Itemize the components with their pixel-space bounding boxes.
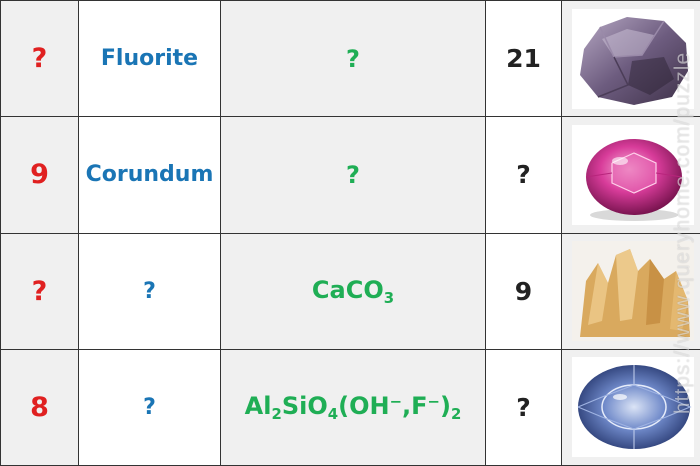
specific-gravity-cell: ? (485, 348, 562, 466)
formula-text: ? (346, 160, 360, 189)
formula-cell: ? (220, 116, 486, 234)
hardness-cell: 9 (0, 116, 79, 234)
mineral-name-cell: Fluorite (78, 0, 221, 118)
formula-cell: Al2SiO4(OH−,F−)2 (220, 348, 486, 466)
hardness-cell: ? (0, 0, 79, 118)
formula-text: CaCO3 (311, 275, 395, 307)
formula-cell: CaCO3 (220, 232, 486, 350)
hardness-cell: ? (0, 232, 79, 350)
formula-text: Al2SiO4(OH−,F−)2 (244, 391, 462, 423)
table-row: ? ? CaCO3 9 (0, 232, 700, 350)
watermark: https://www.queryhome.com/puzzle (668, 0, 698, 466)
mineral-name-cell: ? (78, 232, 221, 350)
formula-text: ? (346, 44, 360, 73)
table-row: ? Fluorite ? 21 (0, 0, 700, 118)
table-row: 8 ? Al2SiO4(OH−,F−)2 ? (0, 348, 700, 466)
puzzle-board: ? Fluorite ? 21 9 Corundum ? ? ? ? CaCO3… (0, 0, 700, 466)
mineral-name-cell: Corundum (78, 116, 221, 234)
formula-cell: ? (220, 0, 486, 118)
hardness-cell: 8 (0, 348, 79, 466)
specific-gravity-cell: 9 (485, 232, 562, 350)
specific-gravity-cell: 21 (485, 0, 562, 118)
table-row: 9 Corundum ? ? (0, 116, 700, 234)
specific-gravity-cell: ? (485, 116, 562, 234)
mineral-name-cell: ? (78, 348, 221, 466)
minerals-table: ? Fluorite ? 21 9 Corundum ? ? ? ? CaCO3… (0, 0, 700, 466)
watermark-text: https://www.queryhome.com/puzzle (671, 51, 694, 415)
